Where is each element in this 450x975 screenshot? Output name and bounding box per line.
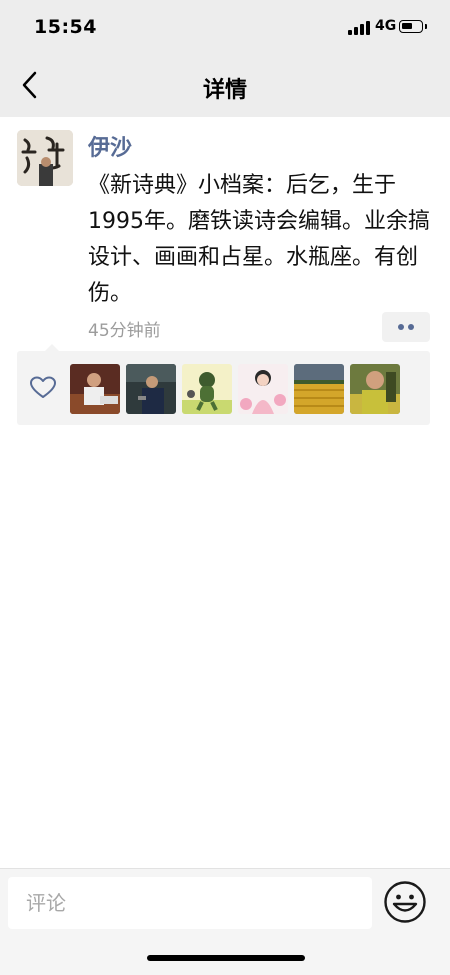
network-type: 4G — [375, 18, 397, 34]
signal-icon — [348, 21, 370, 35]
liker-avatar-elder-icon[interactable] — [350, 364, 400, 414]
battery-tip — [425, 24, 427, 29]
more-button[interactable] — [382, 312, 430, 342]
liker-avatar-man-icon[interactable] — [70, 364, 120, 414]
more-dots-icon — [398, 324, 404, 330]
author-name[interactable]: 伊沙 — [88, 130, 132, 162]
post-time: 45分钟前 — [88, 321, 161, 341]
status-time: 15:54 — [34, 16, 97, 38]
emoji-icon — [384, 881, 426, 923]
post-content: 《新诗典》小档案：后乞，生于1995年。磨铁读诗会编辑。业余搞设计、画画和占星。… — [88, 173, 430, 306]
likes-panel — [17, 344, 430, 425]
emoji-button[interactable] — [382, 879, 428, 925]
home-indicator — [147, 955, 305, 961]
liker-avatar-field-icon[interactable] — [294, 364, 344, 414]
liker-avatar-girl-illustration-icon[interactable] — [238, 364, 288, 414]
battery-icon — [399, 20, 423, 33]
author-avatar[interactable] — [17, 130, 73, 186]
more-dots-icon — [408, 324, 414, 330]
liker-avatar-cartoon-icon[interactable] — [182, 364, 232, 414]
page-title: 详情 — [202, 78, 247, 103]
heart-outline-icon — [30, 376, 56, 400]
comment-input[interactable] — [8, 877, 372, 929]
liker-avatar-speaker-icon[interactable] — [126, 364, 176, 414]
calligraphy-avatar-icon — [17, 130, 73, 186]
